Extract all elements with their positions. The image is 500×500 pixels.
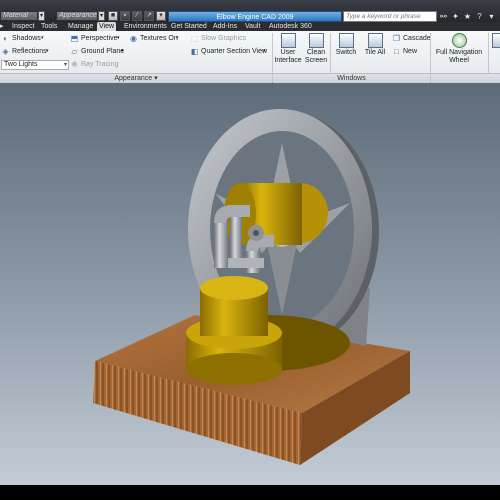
navigation-wheel-icon <box>451 33 467 48</box>
help-icon[interactable]: ? <box>474 11 485 22</box>
lighting-style-value: Two Lights <box>4 61 38 68</box>
lighting-style-select[interactable]: Two Lights ▾ <box>1 60 69 70</box>
material-dropdown-arrow[interactable]: ▾ <box>38 11 45 21</box>
cascade-button[interactable]: Cascade <box>403 34 431 43</box>
graphics-viewport[interactable] <box>0 83 500 485</box>
appearance-selector[interactable]: Appearance <box>56 11 98 21</box>
tab-sketch-partial[interactable]: ▸ <box>0 22 4 31</box>
textures-dropdown-arrow[interactable]: ▾ <box>176 34 179 43</box>
slow-graphics-icon: ⬚ <box>190 34 199 43</box>
reflections-icon: ◈ <box>2 47 9 56</box>
perspective-icon: ⬒ <box>70 34 79 43</box>
tile-all-label: Tile All <box>364 49 386 56</box>
switch-label: Switch <box>335 49 357 56</box>
ground-plane-icon: ▱ <box>71 47 78 56</box>
tab-tools[interactable]: Tools <box>41 22 57 31</box>
clean-screen-icon <box>308 33 324 48</box>
binoculars-icon[interactable]: ⚯ <box>438 11 449 22</box>
clean-screen-button[interactable]: Clean Screen <box>304 33 328 65</box>
material-selector[interactable]: Material <box>0 11 38 21</box>
navigate-partial-button[interactable] <box>490 33 500 49</box>
appearance-panel-title: Appearance <box>114 75 153 82</box>
new-window-button[interactable]: New <box>403 47 417 56</box>
ribbon: ◐ Shadows ▾ ◈ Reflections ▾ Two Lights ▾… <box>0 31 500 83</box>
navigate-panel-label <box>431 73 500 83</box>
full-navigation-label-2: Wheel <box>449 57 469 64</box>
color-override-icon[interactable]: ■ <box>108 11 118 21</box>
shadows-button[interactable]: Shadows <box>12 34 41 43</box>
user-interface-label-1: User <box>280 49 296 56</box>
textures-icon: ◉ <box>130 34 137 43</box>
perspective-dropdown-arrow[interactable]: ▾ <box>117 34 120 43</box>
search-input[interactable]: Type a keyword or phrase <box>343 11 437 22</box>
full-navigation-wheel-button[interactable]: Full Navigation Wheel <box>433 33 485 65</box>
panel-expand-icon: ▾ <box>154 75 158 82</box>
shadows-dropdown-arrow[interactable]: ▾ <box>41 34 44 43</box>
textures-button[interactable]: Textures On <box>140 34 178 43</box>
ray-tracing-button[interactable]: Ray Tracing <box>81 60 118 69</box>
tab-manage[interactable]: Manage <box>68 22 93 31</box>
tab-view[interactable]: View <box>97 22 117 31</box>
switch-button[interactable]: Switch <box>333 33 359 57</box>
cascade-icon: ❐ <box>392 34 401 43</box>
measure-icon[interactable]: ↗ <box>144 11 154 21</box>
app-title: Elbow Engine CAD 2009 <box>168 11 342 22</box>
reflections-button[interactable]: Reflections <box>12 47 47 56</box>
windows-panel-label: Windows <box>273 73 430 83</box>
sketch-icon[interactable]: ⁄ <box>132 11 142 21</box>
shadows-icon: ◐ <box>3 34 8 43</box>
star-icon[interactable]: ★ <box>462 11 473 22</box>
new-window-icon: □ <box>394 47 399 56</box>
tab-environments[interactable]: Environments <box>124 22 167 31</box>
quarter-section-dropdown-arrow[interactable]: ▾ <box>263 47 266 56</box>
tab-inspect[interactable]: Inspect <box>12 22 35 31</box>
ray-tracing-icon: ✺ <box>71 60 78 69</box>
model-render <box>93 109 410 465</box>
help-dropdown-icon[interactable]: ▾ <box>486 11 497 22</box>
subscription-icon[interactable]: ✦ <box>450 11 461 22</box>
appearance-panel-label[interactable]: Appearance ▾ <box>0 73 272 83</box>
tab-get-started[interactable]: Get Started <box>171 22 207 31</box>
quarter-section-view-button[interactable]: Quarter Section View <box>201 47 267 56</box>
ground-plane-button[interactable]: Ground Plane <box>81 47 124 56</box>
clean-screen-label-2: Screen <box>304 57 328 64</box>
adjust-icon[interactable]: ▪ <box>120 11 130 21</box>
zoom-icon <box>492 33 500 48</box>
tab-autodesk-360[interactable]: Autodesk 360 <box>269 22 312 31</box>
title-bar: Material ▾ Appearance ▾ ■ ▪ ⁄ ↗ ▾ Elbow … <box>0 0 500 22</box>
tile-all-icon <box>367 33 383 48</box>
quarter-section-icon: ◧ <box>190 47 199 56</box>
ground-plane-dropdown-arrow[interactable]: ▾ <box>121 47 124 56</box>
bottom-letterbox <box>0 485 500 500</box>
switch-icon <box>338 33 354 48</box>
perspective-button[interactable]: Perspective <box>81 34 118 43</box>
tab-add-ins[interactable]: Add-Ins <box>213 22 237 31</box>
slow-graphics-button[interactable]: Slow Graphics <box>201 34 246 43</box>
update-icon[interactable]: ▾ <box>156 11 166 21</box>
user-interface-icon <box>280 33 296 48</box>
reflections-dropdown-arrow[interactable]: ▾ <box>46 47 49 56</box>
clean-screen-label-1: Clean <box>306 49 326 56</box>
ribbon-tabs: ▸ Inspect Tools Manage View Environments… <box>0 22 500 31</box>
appearance-dropdown-arrow[interactable]: ▾ <box>98 11 105 21</box>
user-interface-button[interactable]: User Interface <box>274 33 302 65</box>
chevron-down-icon: ▾ <box>63 62 67 68</box>
tab-vault[interactable]: Vault <box>245 22 260 31</box>
user-interface-label-2: Interface <box>274 57 302 64</box>
tile-all-button[interactable]: Tile All <box>362 33 388 57</box>
full-navigation-label-1: Full Navigation <box>435 49 483 56</box>
